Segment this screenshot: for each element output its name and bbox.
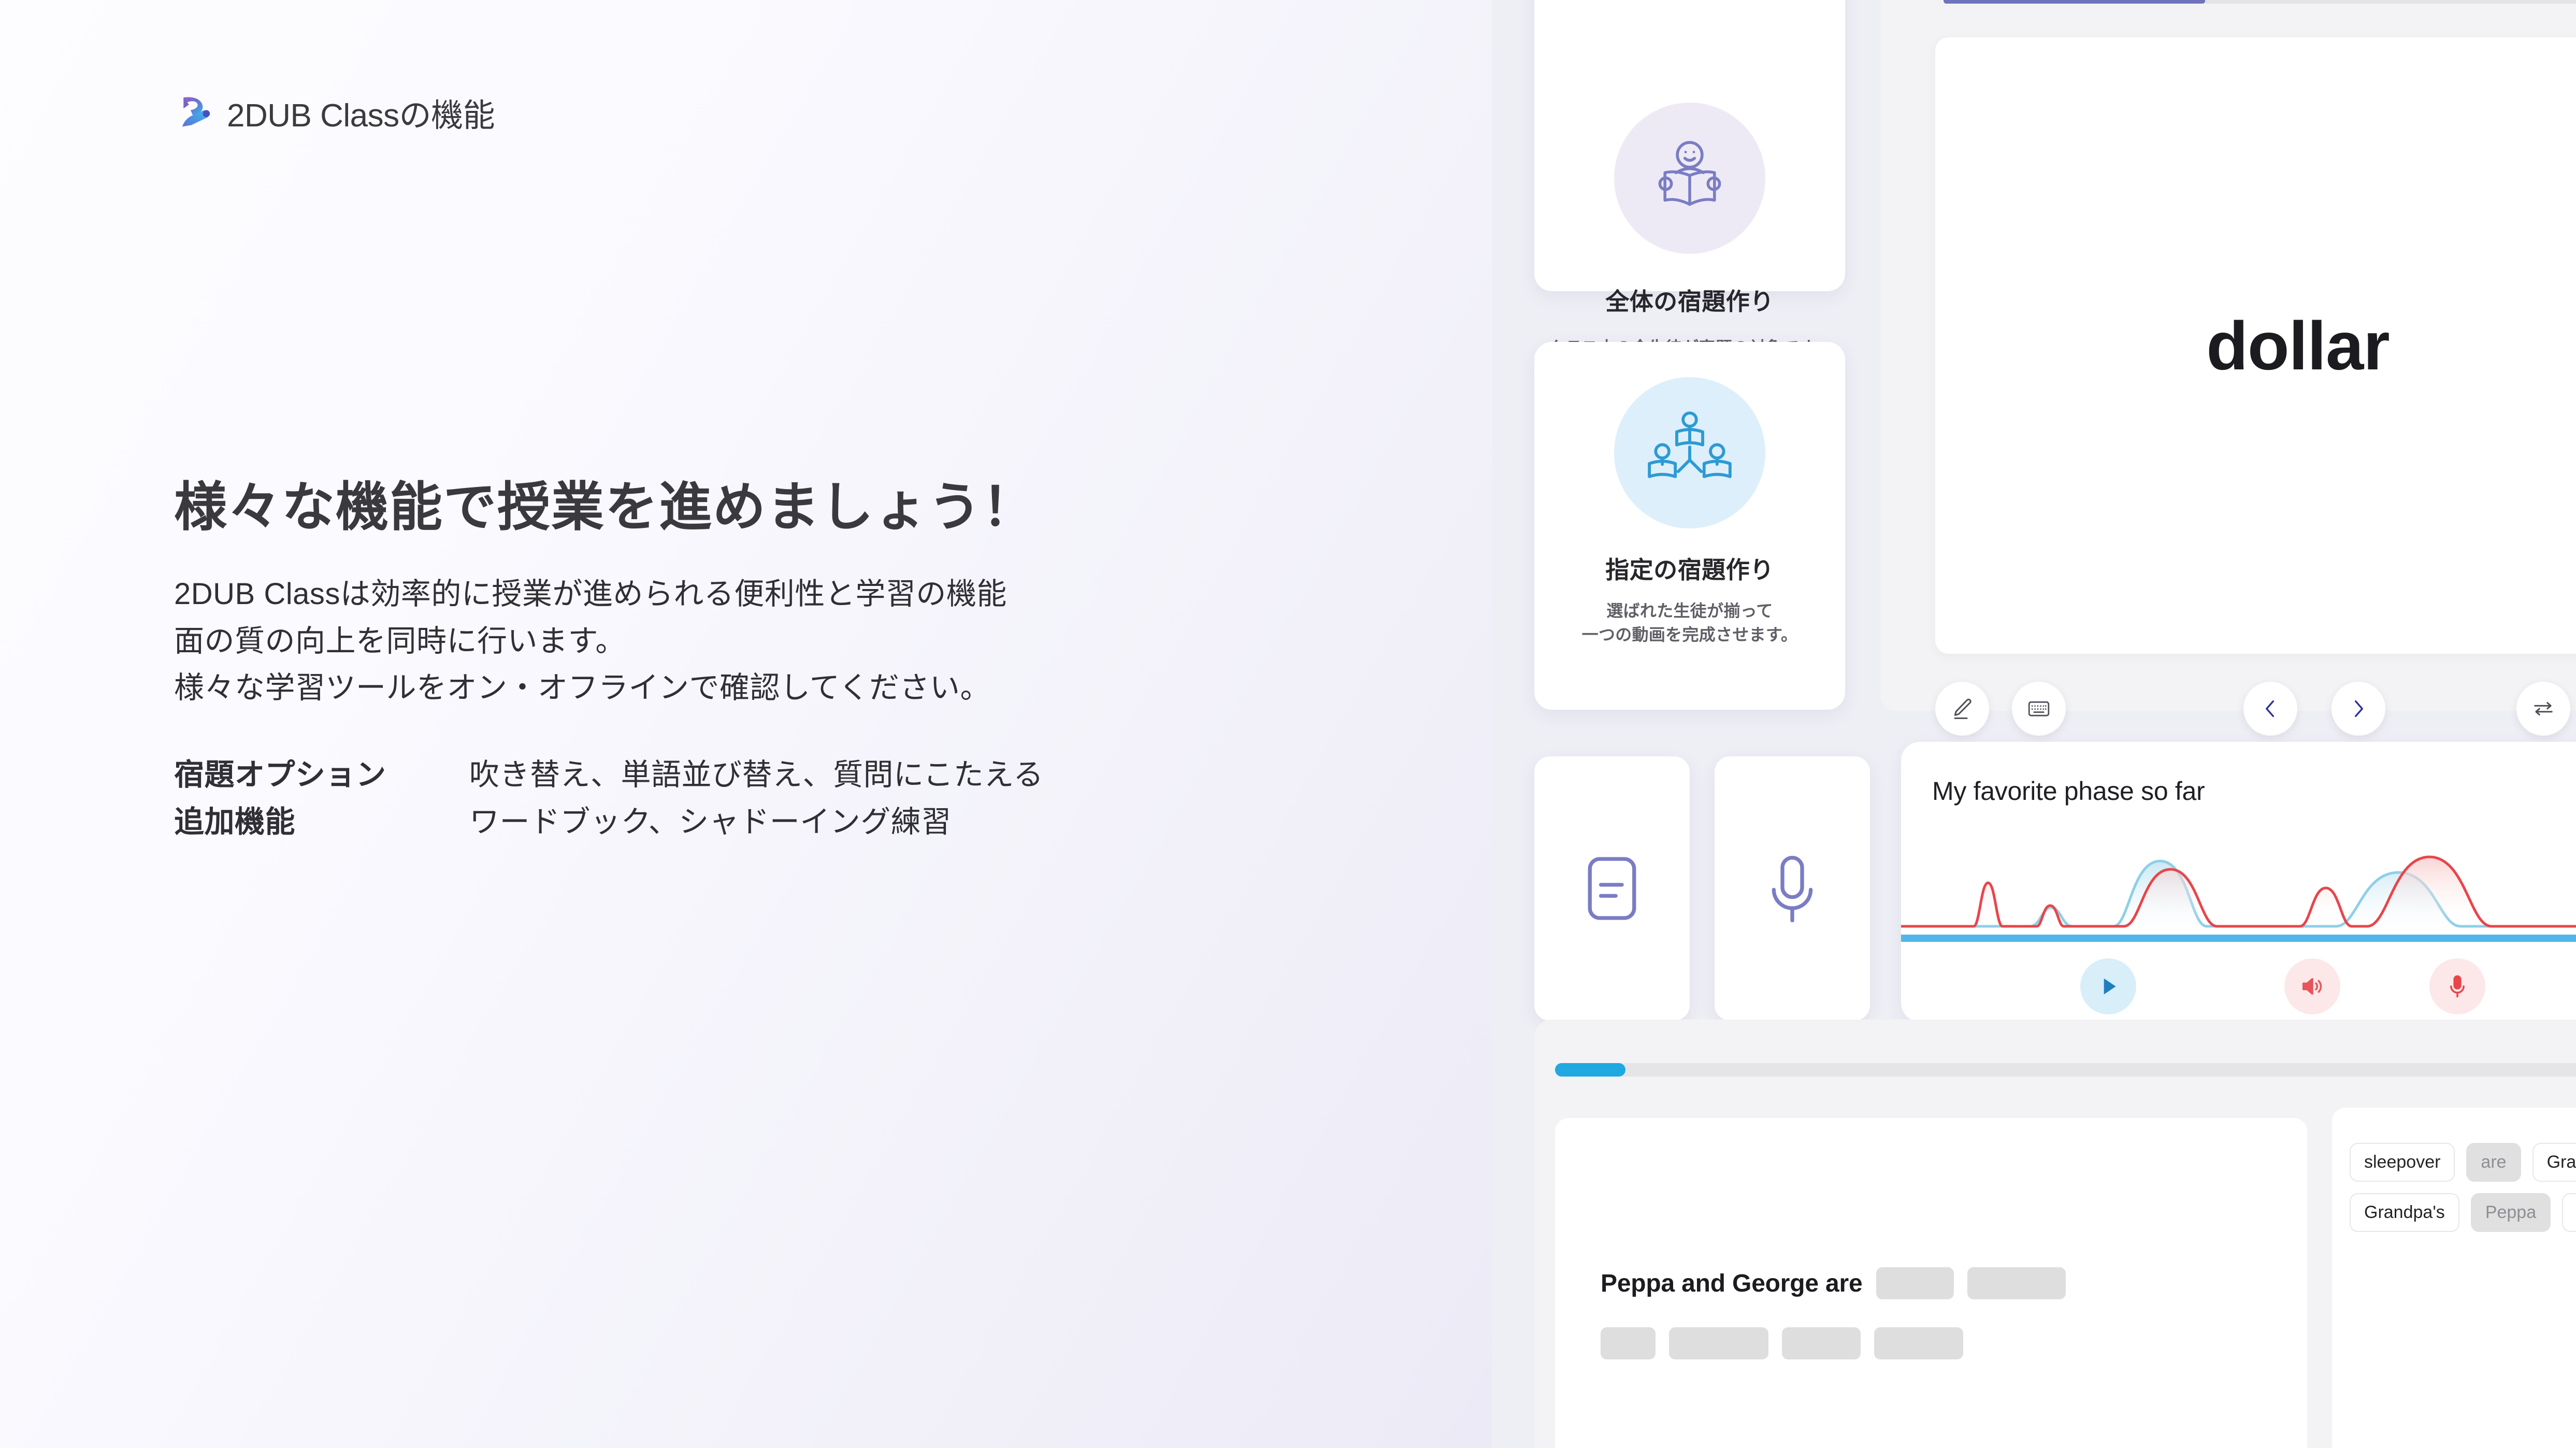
word-chip[interactable]: Peppa xyxy=(2470,1193,2551,1232)
word-chip[interactable]: are xyxy=(2466,1143,2521,1182)
shadowing-waveform xyxy=(1901,855,2576,939)
feature-value: ワードブック、シャドーイング練習 xyxy=(469,805,952,839)
homework-card-icon-wrap xyxy=(1534,377,1845,528)
feature-row: 追加機能 ワードブック、シャドーイング練習 xyxy=(174,798,1355,846)
shadowing-practice-card[interactable]: My favorite phase so far xyxy=(1901,742,2576,1022)
answer-slot[interactable] xyxy=(1876,1267,1954,1299)
person-reading-book-icon xyxy=(1658,141,1721,206)
word-chip[interactable]: Grandpa's xyxy=(2350,1193,2459,1232)
hero-description-line-1: 2DUB Classは効率的に授業が進められる便利性と学習の機能 xyxy=(174,577,1007,611)
record-tool-card[interactable] xyxy=(1715,756,1870,1021)
feature-value: 吹き替え、単語並び替え、質問にこたえる xyxy=(469,757,1044,792)
word-chip[interactable]: Granny xyxy=(2532,1143,2576,1182)
page-root: 2DUB Classの機能 様々な機能で授業を進めましょう！ 2DUB Clas… xyxy=(0,0,2576,1448)
word-order-progress-fill xyxy=(1555,1063,1625,1077)
hero-description-line-3: 様々な学習ツールをオン・オフラインで確認してください。 xyxy=(174,671,991,705)
homework-card-icon-wrap xyxy=(1534,103,1845,254)
microphone-icon xyxy=(1772,855,1813,923)
record-button[interactable] xyxy=(2429,958,2485,1014)
word-chip[interactable]: sleepover xyxy=(2350,1143,2455,1182)
homework-card-desc-line-1: 選ばれた生徒が揃って xyxy=(1606,601,1773,620)
play-button[interactable] xyxy=(2080,958,2136,1014)
shadowing-phrase: My favorite phase so far xyxy=(1932,777,2205,806)
word-bank-chips: sleepover are Granny Grandpa's Peppa and xyxy=(2350,1143,2576,1232)
keyboard-icon xyxy=(2028,701,2050,716)
next-card-button[interactable] xyxy=(2332,682,2385,736)
edit-pencil-icon xyxy=(1954,698,1971,719)
subtitle-document-icon xyxy=(1588,857,1636,920)
icon-circle-backdrop xyxy=(1614,377,1765,528)
feature-list: 宿題オプション 吹き替え、単語並び替え、質問にこたえる 追加機能 ワードブック、… xyxy=(174,751,1355,846)
hero-description-line-2: 面の質の向上を同時に行います。 xyxy=(174,624,626,658)
keyboard-button[interactable] xyxy=(2012,682,2066,736)
sentence-row-1: Peppa and George are xyxy=(1601,1267,2066,1299)
microphone-icon-wrap xyxy=(1715,756,1870,1021)
answer-slot[interactable] xyxy=(1669,1327,1768,1359)
word-order-panel: Peppa and George are sleepover are Grann… xyxy=(1534,1020,2576,1448)
flashcard-panel: dollar xyxy=(1880,0,2576,736)
homework-card-all-students[interactable]: 全体の宿題作り クラス内の全生徒が宿題の対象です。 xyxy=(1534,0,1845,357)
feature-key: 宿題オプション xyxy=(174,757,386,792)
icon-circle-backdrop xyxy=(1614,103,1765,254)
chevron-left-icon xyxy=(2266,700,2274,718)
group-reading-network-icon xyxy=(1648,411,1732,478)
homework-card-title: 全体の宿題作り xyxy=(1605,288,1774,315)
subtitle-tool-card[interactable] xyxy=(1534,756,1690,1021)
page-title: 様々な機能で授業を進めましょう！ xyxy=(174,478,1036,537)
hero-block: 様々な機能で授業を進めましょう！ 2DUB Classは効率的に授業が進められる… xyxy=(174,477,1355,846)
listen-button[interactable] xyxy=(2284,958,2340,1014)
microphone-record-icon xyxy=(2450,975,2465,998)
audio-seek-bar[interactable] xyxy=(1901,935,2576,942)
brand-header: 2DUB Classの機能 xyxy=(174,89,495,136)
brand-title: 2DUB Classの機能 xyxy=(227,98,495,134)
flip-card-button[interactable] xyxy=(2516,682,2570,736)
feature-key: 追加機能 xyxy=(174,805,296,839)
hero-description: 2DUB Classは効率的に授業が進められる便利性と学習の機能 面の質の向上を… xyxy=(174,571,1355,711)
chevron-right-icon xyxy=(2355,700,2363,718)
sentence-prefix: Peppa and George are xyxy=(1601,1269,1863,1297)
word-order-answer-card[interactable]: Peppa and George are xyxy=(1555,1118,2307,1448)
sentence-row-2 xyxy=(1601,1327,1963,1359)
flashcard-word: dollar xyxy=(2206,307,2390,384)
homework-card-desc: 選ばれた生徒が揃って 一つの動画を完成させます。 xyxy=(1534,599,1845,647)
word-order-progress-track xyxy=(1555,1063,2576,1077)
answer-slot[interactable] xyxy=(1967,1267,2066,1299)
word-chip[interactable]: and xyxy=(2562,1193,2576,1232)
homework-card-desc-line-2: 一つの動画を完成させます。 xyxy=(1581,625,1798,644)
answer-slot[interactable] xyxy=(1874,1327,1963,1359)
answer-slot[interactable] xyxy=(1601,1327,1656,1359)
flashcard-word-card[interactable]: dollar xyxy=(1935,37,2576,654)
speaker-icon xyxy=(2302,978,2322,995)
product-screenshot-collage: 全体の宿題作り クラス内の全生徒が宿題の対象です。 xyxy=(1492,0,2576,1448)
homework-card-selected-students[interactable]: 指定の宿題作り 選ばれた生徒が揃って 一つの動画を完成させます。 xyxy=(1534,342,1845,710)
swap-arrows-icon xyxy=(2534,702,2553,715)
flashcard-toolbar xyxy=(1935,682,2576,739)
2dub-ribbon-logo-icon xyxy=(182,97,210,127)
play-icon xyxy=(2104,978,2116,995)
intro-panel: 2DUB Classの機能 様々な機能で授業を進めましょう！ 2DUB Clas… xyxy=(0,0,1492,1448)
feature-row: 宿題オプション 吹き替え、単語並び替え、質問にこたえる xyxy=(174,751,1355,799)
edit-pencil-button[interactable] xyxy=(1935,682,1989,736)
subtitle-icon-wrap xyxy=(1534,756,1690,1021)
word-bank-card: sleepover are Granny Grandpa's Peppa and xyxy=(2332,1108,2576,1448)
flashcard-progress-fill xyxy=(1944,0,2206,4)
homework-card-title: 指定の宿題作り xyxy=(1605,556,1774,583)
answer-slot[interactable] xyxy=(1782,1327,1861,1359)
flashcard-progress-track xyxy=(1944,0,2576,4)
previous-card-button[interactable] xyxy=(2243,682,2297,736)
